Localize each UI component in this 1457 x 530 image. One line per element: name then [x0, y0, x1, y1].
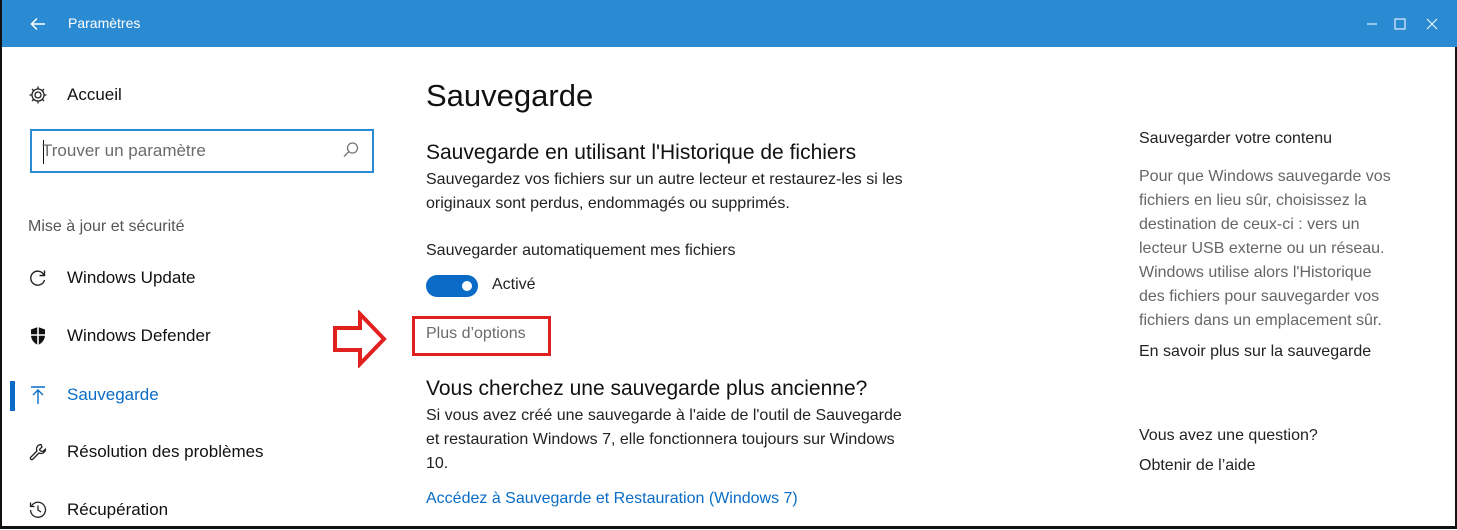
maximize-button[interactable]: [1385, 10, 1415, 38]
side-text-line: fichiers en lieu sûr, choisissez la: [1139, 192, 1367, 209]
shield-icon: [27, 325, 49, 347]
annotation-arrow-icon: [333, 310, 387, 368]
sidebar-item-label: Résolution des problèmes: [67, 442, 264, 461]
older-backup-text-2: et restauration Windows 7, elle fonction…: [426, 431, 895, 448]
settings-window: Paramètres Accueil Mise à jour et séc: [0, 0, 1457, 529]
sidebar-item-sauvegarde[interactable]: Sauvegarde: [2, 375, 392, 415]
side-text-line: Windows utilise alors l'Historique: [1139, 264, 1372, 281]
search-icon[interactable]: [342, 141, 360, 159]
gear-icon: [27, 84, 49, 106]
upload-arrow-icon: [27, 384, 49, 406]
file-history-desc-2: originaux sont perdus, endommagés ou sup…: [426, 195, 790, 212]
question-heading: Vous avez une question?: [1139, 427, 1318, 444]
search-field[interactable]: [30, 129, 374, 173]
sidebar-item-label: Windows Update: [67, 268, 196, 287]
sidebar-home[interactable]: Accueil: [2, 75, 392, 115]
title-bar: Paramètres: [2, 0, 1457, 47]
sidebar-item-label: Sauvegarde: [67, 385, 159, 404]
older-backup-heading: Vous cherchez une sauvegarde plus ancien…: [426, 377, 868, 400]
sidebar-item-recovery[interactable]: Récupération: [2, 490, 392, 530]
search-input[interactable]: [42, 138, 322, 164]
side-text-line: fichiers dans un emplacement sûr.: [1139, 312, 1382, 329]
older-backup-text-1: Si vous avez créé une sauvegarde à l'aid…: [426, 407, 902, 424]
side-text-line: lecteur USB externe ou un réseau.: [1139, 240, 1385, 257]
learn-more-link[interactable]: En savoir plus sur la sauvegarde: [1139, 343, 1371, 361]
toggle-knob: [462, 281, 472, 291]
minimize-button[interactable]: [1357, 10, 1387, 38]
wrench-icon: [27, 441, 49, 463]
auto-backup-label: Sauvegarder automatiquement mes fichiers: [426, 242, 736, 259]
sidebar-item-troubleshoot[interactable]: Résolution des problèmes: [2, 432, 392, 472]
more-options-link[interactable]: Plus d’options: [426, 325, 526, 343]
window-title: Paramètres: [68, 15, 141, 31]
page-title: Sauvegarde: [426, 78, 594, 113]
back-button[interactable]: [24, 10, 52, 38]
get-help-link[interactable]: Obtenir de l’aide: [1139, 457, 1256, 475]
refresh-icon: [27, 267, 49, 289]
history-icon: [27, 499, 49, 521]
side-text-line: Pour que Windows sauvegarde vos: [1139, 168, 1391, 185]
windows7-backup-link[interactable]: Accédez à Sauvegarde et Restauration (Wi…: [426, 487, 798, 511]
side-text-line: destination de ceux-ci : vers un: [1139, 216, 1360, 233]
sidebar-item-label: Récupération: [67, 500, 169, 519]
toggle-state-label: Activé: [492, 276, 536, 293]
close-icon: [1426, 18, 1438, 30]
older-backup-text-3: 10.: [426, 455, 449, 472]
file-history-desc-1: Sauvegardez vos fichiers sur un autre le…: [426, 171, 903, 188]
maximize-icon: [1394, 18, 1406, 30]
side-heading: Sauvegarder votre contenu: [1139, 130, 1333, 147]
side-text-line: des fichiers pour sauvegarder vos: [1139, 288, 1380, 305]
sidebar-item-windows-update[interactable]: Windows Update: [2, 258, 392, 298]
sidebar-section-label: Mise à jour et sécurité: [28, 218, 185, 235]
back-arrow-icon: [30, 17, 45, 31]
side-description: Pour que Windows sauvegarde vos fichiers…: [1139, 165, 1429, 333]
close-button[interactable]: [1417, 10, 1447, 38]
sidebar-home-label: Accueil: [67, 85, 122, 104]
minimize-icon: [1367, 23, 1377, 25]
sidebar-item-label: Windows Defender: [67, 326, 211, 345]
file-history-heading: Sauvegarde en utilisant l'Historique de …: [426, 141, 857, 164]
auto-backup-toggle[interactable]: [426, 275, 478, 297]
